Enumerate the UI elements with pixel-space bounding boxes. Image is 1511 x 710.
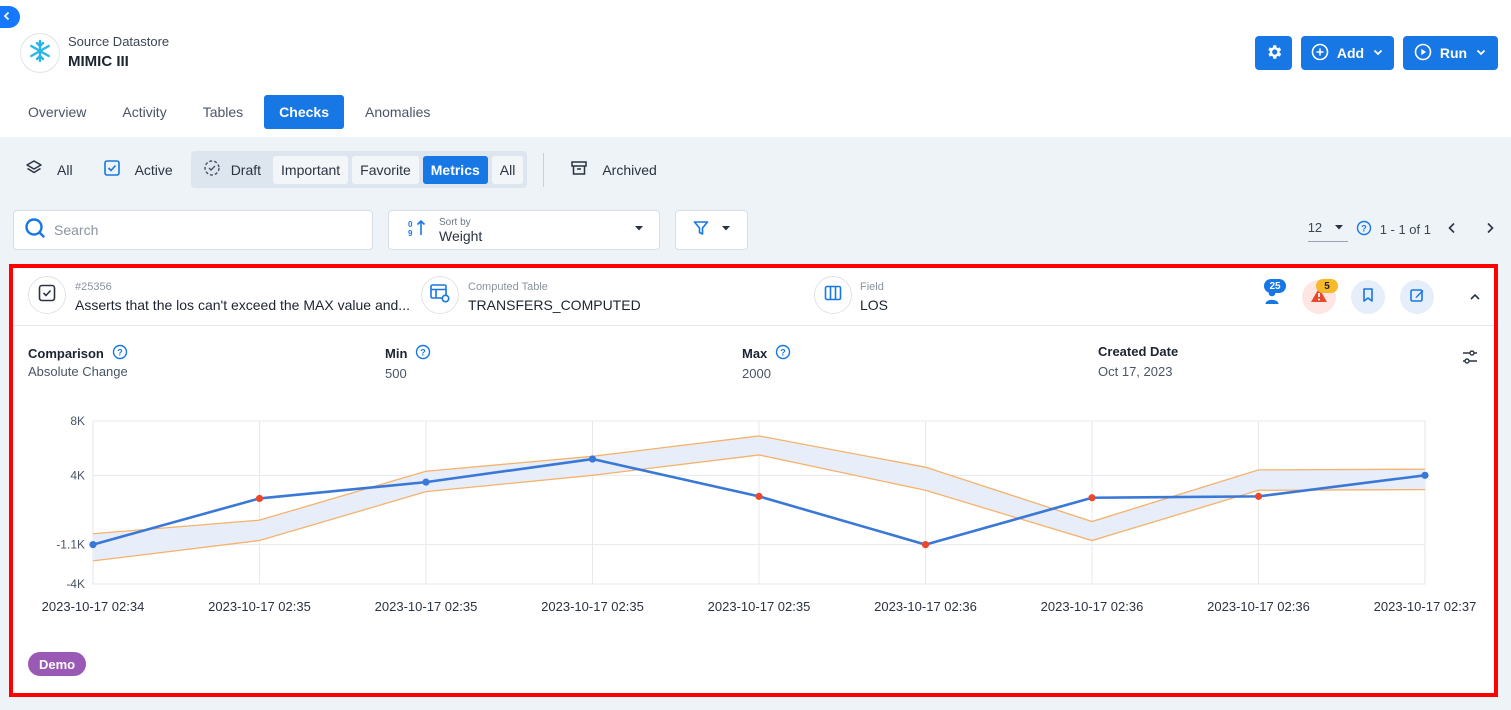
x-tick-label: 2023-10-17 02:36 xyxy=(874,599,977,614)
filter-all-types[interactable]: All xyxy=(491,155,524,184)
pagination: 12 ? 1 - 1 of 1 xyxy=(1307,216,1497,242)
page-header: Source Datastore MIMIC III Add Run Overv… xyxy=(0,0,1511,137)
metric-chart: 8K 4K -1.1K -4K 2023-10-17 02:34 2023-10-17 0… xyxy=(42,414,1477,614)
y-tick-label: -1.1K xyxy=(56,538,85,552)
x-tick-label: 2023-10-17 02:35 xyxy=(375,599,478,614)
tab-checks[interactable]: Checks xyxy=(264,95,344,129)
gear-icon xyxy=(1265,43,1283,64)
search-input[interactable] xyxy=(54,222,354,238)
y-tick-label: -4K xyxy=(66,577,85,591)
per-page-select[interactable]: 12 xyxy=(1307,216,1348,242)
per-page-value: 12 xyxy=(1307,220,1323,235)
tab-overview[interactable]: Overview xyxy=(13,95,101,129)
add-button-label: Add xyxy=(1336,45,1365,61)
x-tick-label: 2023-10-17 02:35 xyxy=(541,599,644,614)
datastore-logo xyxy=(20,33,60,73)
svg-text:?: ? xyxy=(1361,223,1367,233)
datastore-caption: Source Datastore xyxy=(68,34,170,49)
help-circle-icon[interactable]: ? xyxy=(1356,220,1372,239)
search-icon xyxy=(24,217,46,244)
archive-icon xyxy=(570,159,588,180)
prev-page-button[interactable] xyxy=(1445,221,1459,238)
sort-texts: Sort by Weight xyxy=(439,217,633,244)
sidebar-collapse-button[interactable] xyxy=(0,6,20,28)
filter-draft-label: Draft xyxy=(230,161,262,178)
datastore-name: MIMIC III xyxy=(68,53,129,70)
x-tick-label: 2023-10-17 02:36 xyxy=(1041,599,1144,614)
play-circle-icon xyxy=(1414,43,1432,64)
plus-circle-icon xyxy=(1311,43,1329,64)
data-point xyxy=(89,541,97,549)
tab-tables[interactable]: Tables xyxy=(188,95,258,129)
caret-down-icon xyxy=(633,221,645,239)
add-button[interactable]: Add xyxy=(1301,36,1394,70)
svg-text:9: 9 xyxy=(408,229,413,238)
divider xyxy=(543,152,545,187)
filter-archived-label: Archived xyxy=(602,161,657,178)
x-tick-label: 2023-10-17 02:36 xyxy=(1207,599,1310,614)
settings-button[interactable] xyxy=(1255,36,1292,70)
sort-numeric-icon: 09 xyxy=(407,218,427,243)
chevron-left-icon xyxy=(2,8,12,26)
anomaly-point xyxy=(255,494,264,503)
run-button[interactable]: Run xyxy=(1403,36,1498,70)
y-tick-label: 4K xyxy=(70,468,85,482)
search-box xyxy=(13,210,373,250)
tab-anomalies[interactable]: Anomalies xyxy=(350,95,445,129)
check-status-filters: All Active Draft Important Favorite Metr… xyxy=(13,151,669,188)
anomaly-point xyxy=(1088,494,1096,502)
data-point xyxy=(588,455,597,463)
x-tick-label: 2023-10-17 02:37 xyxy=(1374,599,1477,614)
tab-activity[interactable]: Activity xyxy=(107,95,181,129)
tag-badge[interactable]: Demo xyxy=(28,652,87,676)
datastore-tabs: Overview Activity Tables Checks Anomalie… xyxy=(13,95,445,129)
chevron-down-icon xyxy=(1372,45,1384,61)
x-tick-label: 2023-10-17 02:35 xyxy=(208,599,311,614)
sort-caption: Sort by xyxy=(439,216,471,228)
chevron-down-icon xyxy=(1475,45,1487,61)
filter-menu-button[interactable] xyxy=(675,210,748,250)
snowflake-icon xyxy=(27,38,53,69)
anomaly-point xyxy=(1254,492,1263,500)
pagination-range: 1 - 1 of 1 xyxy=(1379,221,1431,237)
layers-icon xyxy=(25,159,43,180)
x-tick-label: 2023-10-17 02:35 xyxy=(708,599,811,614)
data-point xyxy=(422,478,430,486)
filter-all-label: All xyxy=(57,161,73,178)
filter-favorite[interactable]: Favorite xyxy=(352,155,419,184)
filter-active-label: Active xyxy=(134,161,173,178)
filter-all[interactable]: All xyxy=(13,151,85,188)
x-tick-label: 2023-10-17 02:34 xyxy=(42,599,145,614)
caret-down-icon xyxy=(1334,220,1344,235)
caret-down-icon xyxy=(720,221,732,239)
svg-text:0: 0 xyxy=(408,220,413,229)
sort-select[interactable]: 09 Sort by Weight xyxy=(388,210,660,250)
dashed-circle-check-icon xyxy=(203,159,221,180)
filter-active[interactable]: Active xyxy=(91,151,185,188)
anomaly-point xyxy=(755,492,763,500)
sort-value: Weight xyxy=(439,227,483,244)
check-card: #25356 Asserts that the los can't exceed… xyxy=(9,264,1498,697)
next-page-button[interactable] xyxy=(1483,221,1497,238)
run-button-label: Run xyxy=(1439,45,1468,61)
status-filter-group: Draft Important Favorite Metrics All xyxy=(190,151,528,188)
funnel-icon xyxy=(692,219,710,242)
check-square-icon xyxy=(103,159,121,180)
anomaly-point xyxy=(921,541,930,549)
y-tick-label: 8K xyxy=(70,414,85,428)
data-point xyxy=(1421,471,1429,479)
filter-metrics[interactable]: Metrics xyxy=(422,155,488,184)
filter-draft[interactable]: Draft xyxy=(195,156,269,184)
filter-important[interactable]: Important xyxy=(273,155,349,184)
filter-archived[interactable]: Archived xyxy=(560,151,668,188)
header-actions: Add Run xyxy=(1255,36,1498,70)
